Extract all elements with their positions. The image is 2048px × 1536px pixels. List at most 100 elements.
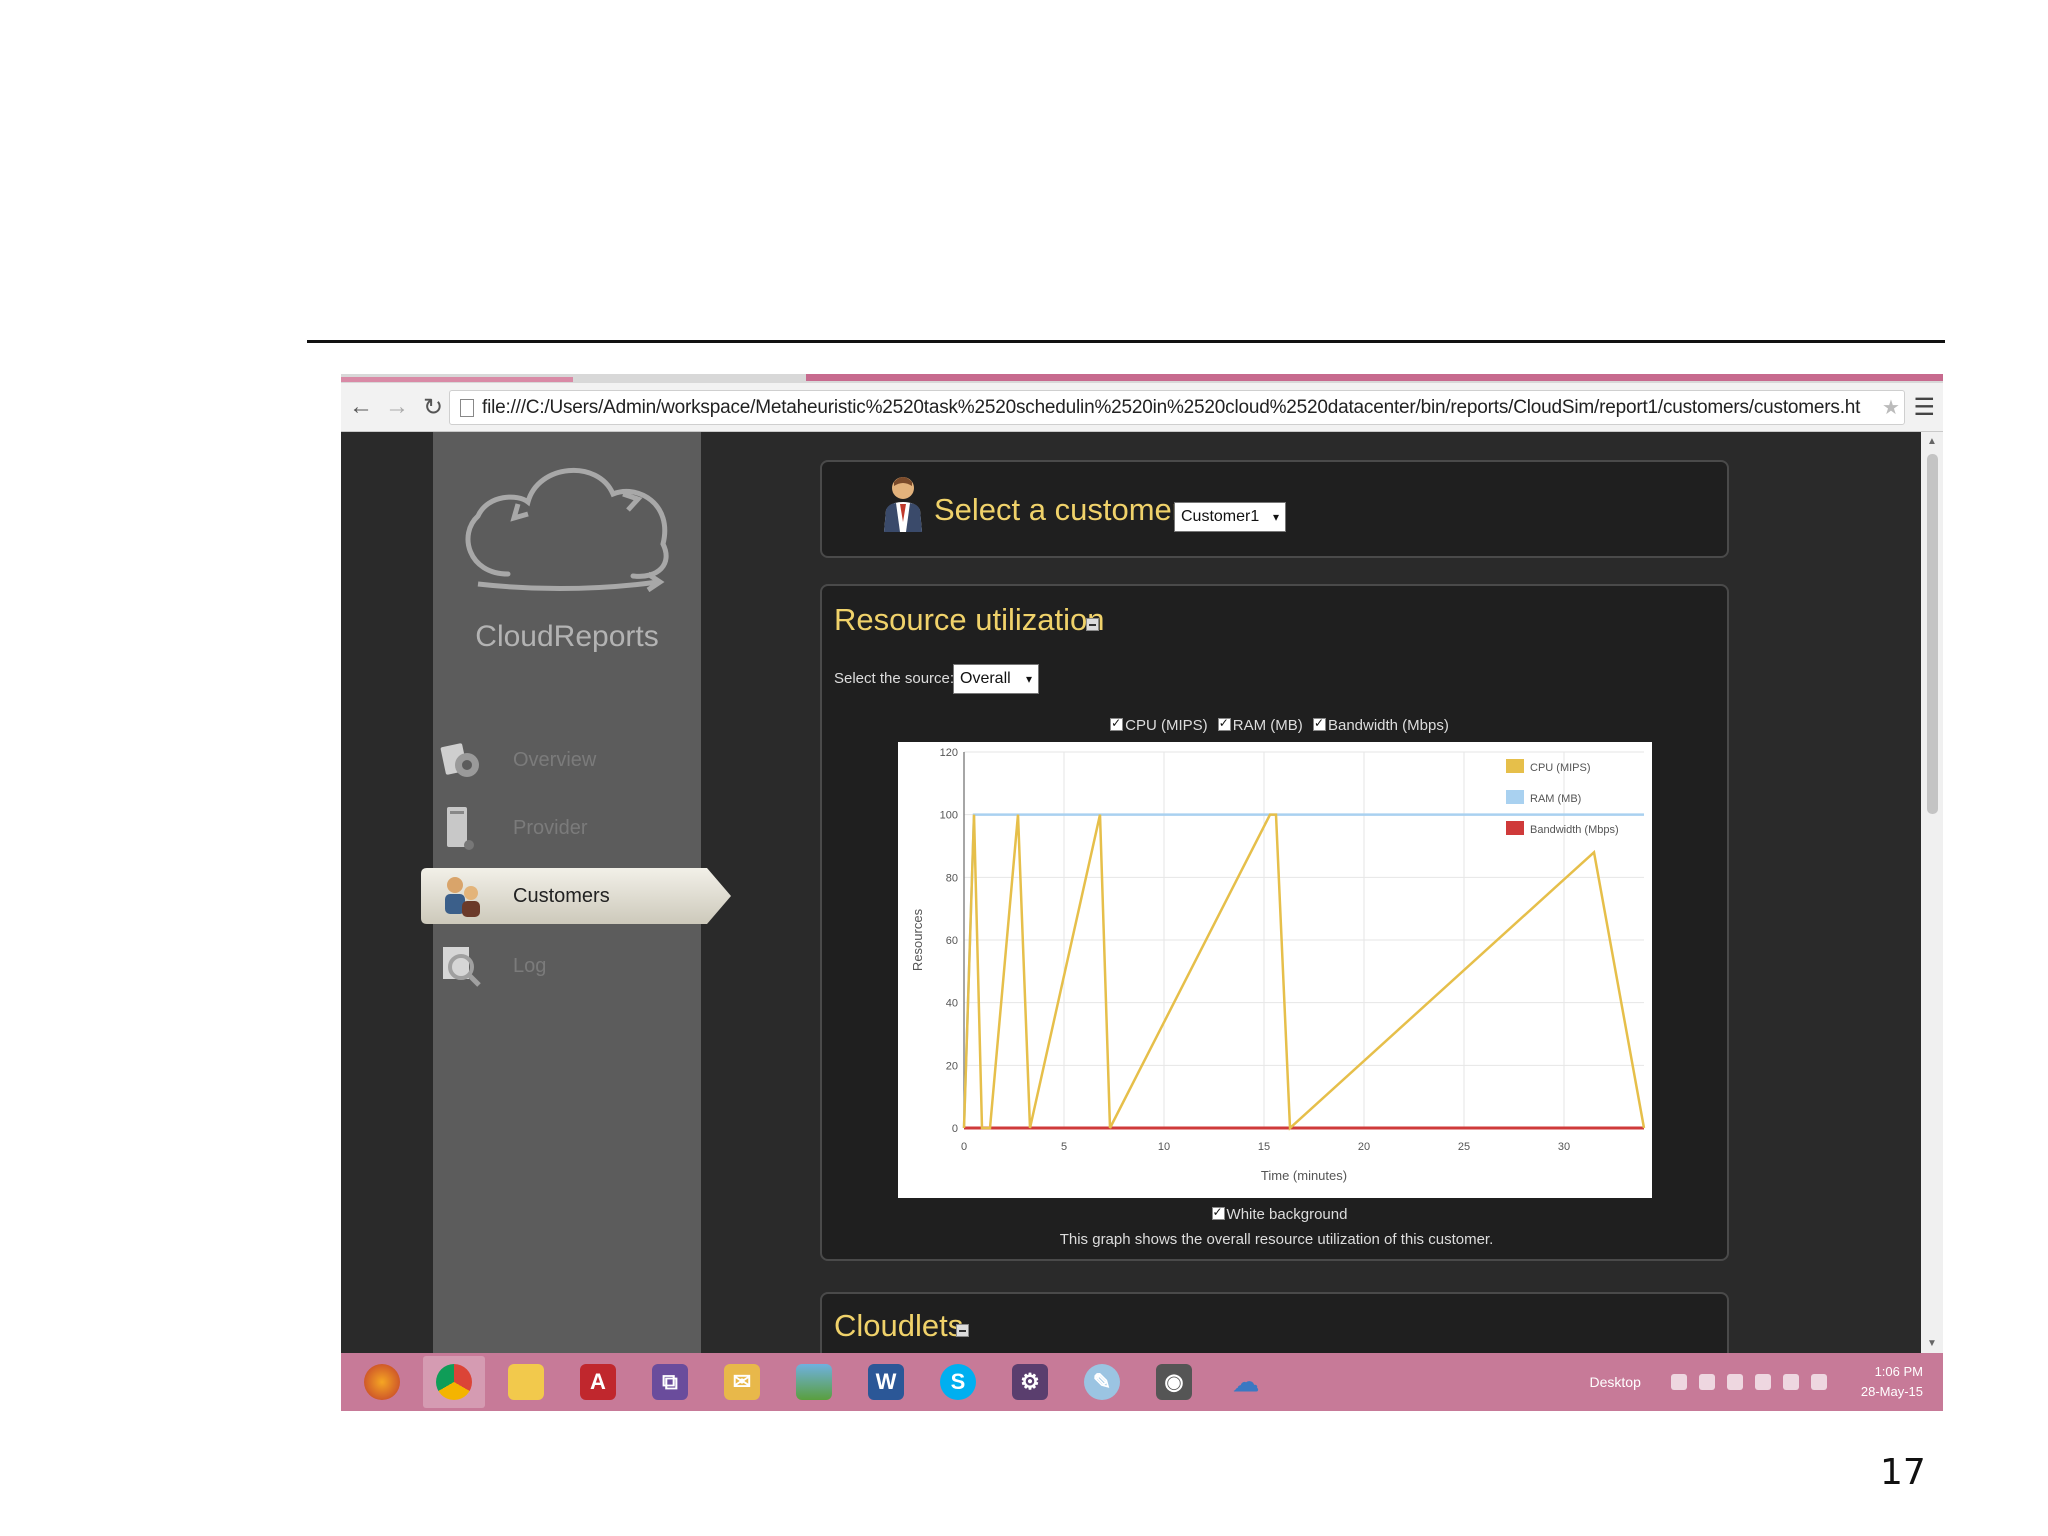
camera-icon[interactable]: ◉ bbox=[1143, 1356, 1205, 1408]
y-axis-label: Resources bbox=[910, 908, 925, 971]
x-axis-label: Time (minutes) bbox=[1261, 1168, 1347, 1183]
reload-icon[interactable]: ↻ bbox=[417, 391, 449, 423]
legend-swatch bbox=[1506, 790, 1524, 804]
paint-icon[interactable]: ✎ bbox=[1071, 1356, 1133, 1408]
taskbar: A ⧉ ✉ W S ⚙ ✎ ◉ ☁ Desktop 1:06 PM 28-May… bbox=[341, 1353, 1943, 1411]
url-text[interactable]: file:///C:/Users/Admin/workspace/Metaheu… bbox=[482, 397, 1878, 419]
word-icon[interactable]: W bbox=[855, 1356, 917, 1408]
y-tick-label: 0 bbox=[952, 1123, 958, 1135]
resource-panel-title: Resource utilization bbox=[834, 602, 1105, 637]
scroll-up-icon[interactable]: ▲ bbox=[1921, 436, 1943, 447]
sidebar-item-customers[interactable]: Customers bbox=[421, 868, 731, 924]
visual-studio-icon[interactable]: ⧉ bbox=[639, 1356, 701, 1408]
outlook-icon[interactable]: ✉ bbox=[711, 1356, 773, 1408]
customers-icon bbox=[445, 877, 480, 917]
slide: ← → ↻ file:///C:/Users/Admin/workspace/M… bbox=[0, 0, 2048, 1536]
page-icon bbox=[460, 398, 474, 417]
back-icon[interactable]: ← bbox=[345, 391, 377, 423]
flag-icon[interactable] bbox=[1726, 1374, 1743, 1390]
scroll-down-icon[interactable]: ▼ bbox=[1921, 1338, 1943, 1349]
cpu-checkbox-label: CPU (MIPS) bbox=[1125, 717, 1208, 734]
resource-utilization-panel: Resource utilization Select the source: … bbox=[820, 584, 1729, 1261]
series-line-0 bbox=[962, 813, 1646, 1131]
collapse-icon[interactable] bbox=[1086, 618, 1099, 631]
brand-name: CloudReports bbox=[475, 620, 659, 653]
x-tick-label: 30 bbox=[1558, 1141, 1570, 1153]
settings-gear-icon[interactable]: ⚙ bbox=[999, 1356, 1061, 1408]
network-icon[interactable] bbox=[1670, 1374, 1687, 1390]
y-tick-label: 20 bbox=[946, 1060, 958, 1072]
taskbar-tray: Desktop 1:06 PM 28-May-15 bbox=[1590, 1353, 1924, 1411]
browser-toolbar: ← → ↻ file:///C:/Users/Admin/workspace/M… bbox=[341, 383, 1943, 432]
collapse-icon[interactable] bbox=[956, 1324, 969, 1337]
bookmark-star-icon[interactable]: ★ bbox=[1878, 395, 1904, 420]
forward-icon[interactable]: → bbox=[381, 391, 413, 423]
ram-checkbox[interactable] bbox=[1217, 716, 1231, 731]
monitor-icon[interactable] bbox=[1698, 1374, 1715, 1390]
sidebar-item-log[interactable]: Log bbox=[433, 938, 701, 994]
photo-viewer-icon[interactable] bbox=[783, 1356, 845, 1408]
legend-label: RAM (MB) bbox=[1530, 793, 1581, 805]
scrollbar[interactable]: ▲ ▼ bbox=[1921, 432, 1943, 1353]
server-icon bbox=[447, 807, 474, 850]
series-toggles: CPU (MIPS) RAM (MB) Bandwidth (Mbps) bbox=[822, 716, 1731, 734]
browser-tab-strip bbox=[341, 374, 1943, 383]
legend-label: CPU (MIPS) bbox=[1530, 762, 1591, 774]
resource-chart: 0 5 10 15 20 25 30 0 20 40 60 80 100 120 Time (minutes… bbox=[898, 742, 1652, 1198]
y-tick-label: 80 bbox=[946, 872, 958, 884]
legend-swatch bbox=[1506, 759, 1524, 773]
sidebar-item-label: Customers bbox=[513, 884, 610, 907]
sidebar-item-label: Overview bbox=[513, 748, 597, 771]
cloudlets-panel-title: Cloudlets bbox=[834, 1308, 964, 1343]
bandwidth-checkbox-label: Bandwidth (Mbps) bbox=[1327, 717, 1449, 734]
y-tick-label: 100 bbox=[940, 810, 958, 822]
acrobat-icon[interactable]: A bbox=[567, 1356, 629, 1408]
white-background-label: White background bbox=[1226, 1206, 1348, 1223]
y-tick-label: 120 bbox=[940, 747, 958, 759]
clock[interactable]: 1:06 PM 28-May-15 bbox=[1861, 1362, 1923, 1402]
x-tick-label: 20 bbox=[1358, 1141, 1370, 1153]
source-label: Select the source: bbox=[834, 670, 955, 687]
battery-icon[interactable] bbox=[1782, 1374, 1799, 1390]
volume-icon[interactable] bbox=[1810, 1374, 1827, 1390]
resource-chart-svg: 0 5 10 15 20 25 30 0 20 40 60 80 100 120 Time (minutes… bbox=[910, 747, 1646, 1183]
x-tick-label: 15 bbox=[1258, 1141, 1270, 1153]
white-background-checkbox[interactable] bbox=[1211, 1205, 1225, 1220]
bandwidth-checkbox[interactable] bbox=[1312, 716, 1326, 731]
desktop-label[interactable]: Desktop bbox=[1590, 1374, 1641, 1390]
y-tick-label: 40 bbox=[946, 998, 958, 1010]
legend-label: Bandwidth (Mbps) bbox=[1530, 824, 1619, 836]
y-tick-label: 60 bbox=[946, 935, 958, 947]
chrome-icon[interactable] bbox=[423, 1356, 485, 1408]
scroll-thumb[interactable] bbox=[1927, 454, 1938, 814]
file-explorer-icon[interactable] bbox=[495, 1356, 557, 1408]
x-tick-label: 25 bbox=[1458, 1141, 1470, 1153]
source-select[interactable]: Overall bbox=[953, 664, 1039, 694]
system-tray bbox=[1670, 1374, 1839, 1390]
firefox-icon[interactable] bbox=[351, 1356, 413, 1408]
skype-icon[interactable]: S bbox=[927, 1356, 989, 1408]
app-content: CloudReports Overview Provider Customers… bbox=[341, 432, 1921, 1411]
slide-divider bbox=[307, 340, 1945, 343]
ram-checkbox-label: RAM (MB) bbox=[1232, 717, 1303, 734]
magnifier-icon bbox=[443, 947, 481, 987]
address-bar[interactable]: file:///C:/Users/Admin/workspace/Metaheu… bbox=[449, 390, 1905, 425]
customer-select[interactable]: Customer1 bbox=[1174, 502, 1286, 532]
tab-strip-accent bbox=[806, 374, 1943, 381]
overview-icon bbox=[440, 743, 479, 777]
x-tick-label: 5 bbox=[1061, 1141, 1067, 1153]
x-tick-label: 0 bbox=[961, 1141, 967, 1153]
usb-icon[interactable] bbox=[1754, 1374, 1771, 1390]
person-icon bbox=[884, 477, 922, 532]
x-tick-label: 10 bbox=[1158, 1141, 1170, 1153]
legend-swatch bbox=[1506, 821, 1524, 835]
sidebar-item-overview[interactable]: Overview bbox=[433, 732, 701, 788]
customer-panel-title: Select a customer: bbox=[934, 492, 1191, 527]
menu-icon[interactable]: ☰ bbox=[1913, 393, 1935, 422]
sidebar-item-provider[interactable]: Provider bbox=[433, 800, 701, 856]
cpu-checkbox[interactable] bbox=[1110, 716, 1124, 731]
sidebar: CloudReports Overview Provider Customers… bbox=[421, 432, 731, 1353]
tab-indicator[interactable] bbox=[341, 377, 573, 382]
cloud-logo-icon bbox=[465, 468, 669, 593]
cloud-icon[interactable]: ☁ bbox=[1215, 1356, 1277, 1408]
